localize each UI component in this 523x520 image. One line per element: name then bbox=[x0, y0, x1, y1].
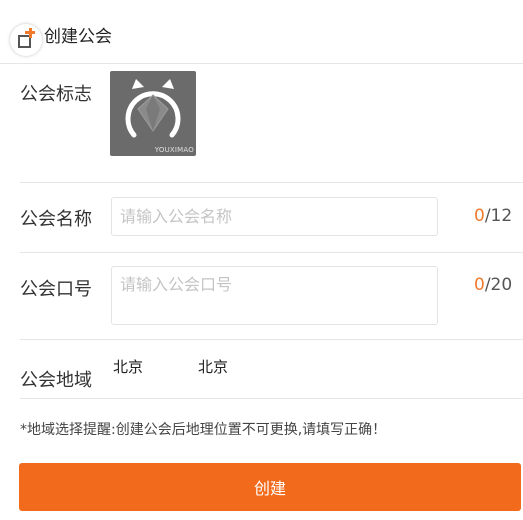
page-title: 创建公会 bbox=[44, 27, 112, 47]
guild-logo-upload[interactable]: YOUXIMAO bbox=[110, 71, 196, 156]
name-char-counter: 0/12 bbox=[474, 206, 512, 226]
back-button[interactable] bbox=[10, 24, 42, 56]
create-guild-button[interactable]: 创建 bbox=[19, 463, 521, 511]
cat-logo-icon bbox=[125, 79, 181, 138]
divider bbox=[20, 252, 523, 253]
name-count-current: 0 bbox=[474, 206, 485, 226]
guild-name-input[interactable] bbox=[112, 198, 437, 235]
name-input-box bbox=[111, 197, 438, 236]
guild-slogan-input[interactable] bbox=[112, 267, 437, 324]
name-label: 公会名称 bbox=[20, 209, 92, 230]
slogan-char-counter: 0/20 bbox=[474, 275, 512, 295]
divider bbox=[20, 398, 523, 399]
slogan-label: 公会口号 bbox=[20, 279, 92, 300]
slogan-input-box bbox=[111, 266, 438, 325]
province-select[interactable]: 北京 bbox=[113, 356, 143, 377]
logo-watermark-text: YOUXIMAO bbox=[154, 146, 194, 154]
slogan-count-current: 0 bbox=[474, 275, 485, 295]
region-label: 公会地域 bbox=[20, 370, 92, 391]
name-count-max: /12 bbox=[484, 206, 513, 226]
city-select[interactable]: 北京 bbox=[198, 356, 228, 377]
region-notice: *地域选择提醒:创建公会后地理位置不可更换,请填写正确！ bbox=[20, 422, 387, 438]
logo-label: 公会标志 bbox=[20, 84, 92, 105]
divider bbox=[20, 339, 523, 340]
slogan-count-max: /20 bbox=[484, 275, 513, 295]
divider bbox=[20, 182, 523, 183]
header-bar: 创建公会 bbox=[0, 0, 523, 64]
